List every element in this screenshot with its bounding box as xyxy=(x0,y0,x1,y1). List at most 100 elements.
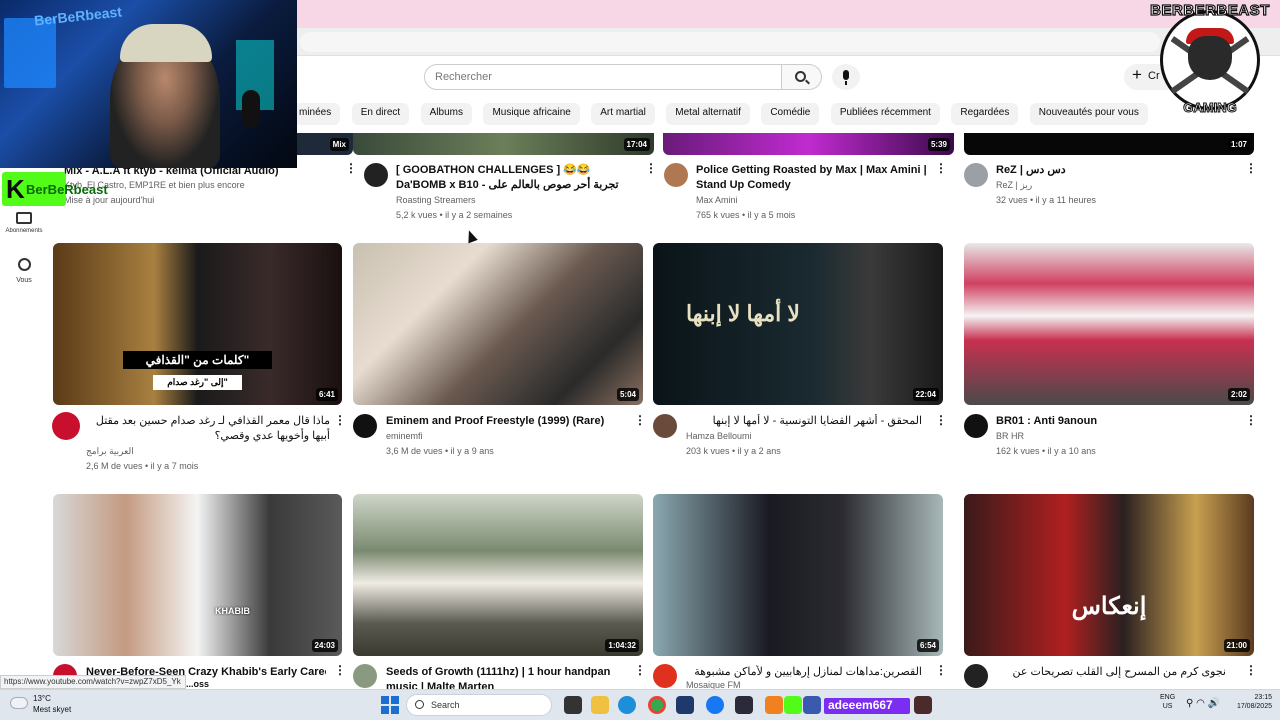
channel-name[interactable]: Max Amini xyxy=(696,195,738,205)
video-title[interactable]: Eminem and Proof Freestyle (1999) (Rare) xyxy=(386,414,622,429)
more-options-icon[interactable]: ⋮ xyxy=(334,664,346,676)
app-icon[interactable] xyxy=(914,696,932,714)
cap-icon xyxy=(120,24,212,62)
more-options-icon[interactable]: ⋮ xyxy=(1245,414,1257,426)
sidebar-item-subscriptions[interactable]: Abonnements xyxy=(0,228,48,234)
chip-albums[interactable]: Albums xyxy=(420,103,472,125)
address-field[interactable] xyxy=(300,32,1160,52)
more-options-icon[interactable]: ⋮ xyxy=(935,414,947,426)
sidebar-item-you[interactable]: Vous xyxy=(0,277,48,284)
more-options-icon[interactable]: ⋮ xyxy=(345,162,357,174)
video-title[interactable]: القصرين:مداهات لمنازل إرهابيين و لأماكن … xyxy=(686,665,922,680)
more-options-icon[interactable]: ⋮ xyxy=(935,162,947,174)
channel-avatar[interactable] xyxy=(353,414,377,438)
chip-african-music[interactable]: Musique africaine xyxy=(483,103,580,125)
video-meta: 203 k vues • il y a 2 ans xyxy=(686,446,781,456)
more-options-icon[interactable]: ⋮ xyxy=(935,664,947,676)
channel-name[interactable]: ReZ | ريز xyxy=(996,180,1032,191)
video-title[interactable]: Seeds of Growth (1111hz) | 1 hour handpa… xyxy=(386,665,626,689)
more-options-icon[interactable]: ⋮ xyxy=(645,162,657,174)
video-thumbnail[interactable]: لا أمها لا إبنها 22:04 xyxy=(653,243,943,405)
voice-search-button[interactable] xyxy=(832,64,860,90)
chrome-icon[interactable] xyxy=(648,696,666,714)
video-title[interactable]: المحقق - أشهر القضايا التونسية - لا أمها… xyxy=(686,414,922,429)
video-thumbnail[interactable]: 5:04 xyxy=(353,243,643,405)
chip-martial-art[interactable]: Art martial xyxy=(591,103,655,125)
video-title[interactable]: ReZ | دس دس xyxy=(996,163,1226,178)
video-thumbnail[interactable]: إنعكاس 21:00 xyxy=(964,494,1254,656)
status-url: https://www.youtube.com/watch?v=zwpZ7xD5… xyxy=(0,675,186,689)
channel-avatar[interactable] xyxy=(653,414,677,438)
more-options-icon[interactable]: ⋮ xyxy=(634,414,646,426)
channel-avatar[interactable] xyxy=(364,163,388,187)
facebook-icon[interactable] xyxy=(706,696,724,714)
video-thumbnail[interactable]: KHABIB 24:03 xyxy=(53,494,342,656)
video-thumbnail[interactable]: كلمات من "القذافي" إلى "رغد صدام" 6:41 xyxy=(53,243,342,405)
duration-badge: 5:04 xyxy=(616,388,639,401)
video-title[interactable]: ماذا قال معمر القذافي لـ رغد صدام حسين ب… xyxy=(86,414,330,444)
app-icon[interactable] xyxy=(803,696,821,714)
chip-new-to-you[interactable]: Nouveautés pour vous xyxy=(1029,103,1148,125)
weather-description[interactable]: Mest skyet xyxy=(33,705,71,714)
cloud-icon[interactable] xyxy=(10,697,28,709)
more-options-icon[interactable]: ⋮ xyxy=(1245,664,1257,676)
chip-finished-streams[interactable]: minées xyxy=(297,103,341,125)
video-title[interactable]: Police Getting Roasted by Max | Max Amin… xyxy=(696,163,938,193)
store-icon[interactable] xyxy=(676,696,694,714)
microphone-icon xyxy=(843,70,849,80)
channel-name[interactable]: Hamza Belloumi xyxy=(686,431,752,441)
search-input[interactable]: Rechercher xyxy=(424,64,782,90)
duration-badge: 6:41 xyxy=(315,388,338,401)
channel-name[interactable]: Roasting Streamers xyxy=(396,195,476,205)
video-thumbnail[interactable]: 17:04 xyxy=(353,133,654,155)
channel-avatar[interactable] xyxy=(653,664,677,688)
video-thumbnail[interactable]: Mix xyxy=(297,133,353,155)
channel-name[interactable]: BR HR xyxy=(996,431,1024,441)
video-title[interactable]: BR01 : Anti 9anoun xyxy=(996,414,1226,429)
channel-name[interactable]: العربية برامج xyxy=(86,446,134,457)
file-explorer-icon[interactable] xyxy=(591,696,609,714)
chip-watched[interactable]: Regardées xyxy=(951,103,1019,125)
weather-temperature[interactable]: 13°C xyxy=(33,694,51,703)
channel-avatar[interactable] xyxy=(353,664,377,688)
thumbnail-caption: كلمات من "القذافي" xyxy=(123,351,272,369)
video-title[interactable]: نجوى كرم من المسرح إلى القلب تصريحات عن … xyxy=(996,665,1226,680)
chip-live[interactable]: En direct xyxy=(351,103,410,125)
chip-recently-uploaded[interactable]: Publiées récemment xyxy=(830,103,940,125)
more-options-icon[interactable]: ⋮ xyxy=(334,414,346,426)
video-thumbnail[interactable]: 6:54 xyxy=(653,494,943,656)
kick-app-icon[interactable] xyxy=(784,696,802,714)
video-meta: 162 k vues • il y a 10 ans xyxy=(996,446,1096,456)
mix-badge: Mix xyxy=(329,138,349,151)
duration-badge: 24:03 xyxy=(311,639,338,652)
channel-avatar[interactable] xyxy=(964,414,988,438)
edge-icon[interactable] xyxy=(618,696,636,714)
channel-avatar[interactable] xyxy=(964,664,988,688)
chip-comedy[interactable]: Comédie xyxy=(761,103,820,125)
chip-alt-metal[interactable]: Metal alternatif xyxy=(666,103,750,125)
system-tray-icons[interactable]: ⚲ ◠ 🔊 xyxy=(1186,698,1220,709)
channel-avatar[interactable] xyxy=(964,163,988,187)
video-title[interactable]: [ GOOBATHON CHALLENGES ] 😂😂 Da'BOMB x B1… xyxy=(396,163,634,193)
video-thumbnail[interactable]: 5:39 xyxy=(663,133,954,155)
channel-avatar[interactable] xyxy=(52,412,80,440)
channel-name[interactable]: eminemfi xyxy=(386,431,423,441)
channel-avatar[interactable] xyxy=(664,163,688,187)
more-options-icon[interactable]: ⋮ xyxy=(634,664,646,676)
search-button[interactable] xyxy=(782,64,822,90)
subscriptions-icon[interactable] xyxy=(16,212,32,224)
channel-name[interactable]: Mosaique FM xyxy=(686,680,741,689)
video-thumbnail[interactable]: 1:04:32 xyxy=(353,494,643,656)
user-icon[interactable] xyxy=(18,258,31,271)
video-thumbnail[interactable]: 1:07 xyxy=(964,133,1254,155)
start-button[interactable] xyxy=(381,696,399,714)
app-icon[interactable] xyxy=(735,696,753,714)
taskbar-search[interactable]: Search xyxy=(406,694,552,716)
media-app-icon[interactable] xyxy=(564,696,582,714)
duration-badge: 5:39 xyxy=(927,138,950,151)
app-icon[interactable] xyxy=(765,696,783,714)
more-options-icon[interactable]: ⋮ xyxy=(1245,162,1257,174)
clock[interactable]: 23:15 17/08/2025 xyxy=(1216,693,1272,711)
input-language[interactable]: ENG US xyxy=(1160,693,1175,711)
video-thumbnail[interactable]: 2:02 xyxy=(964,243,1254,405)
